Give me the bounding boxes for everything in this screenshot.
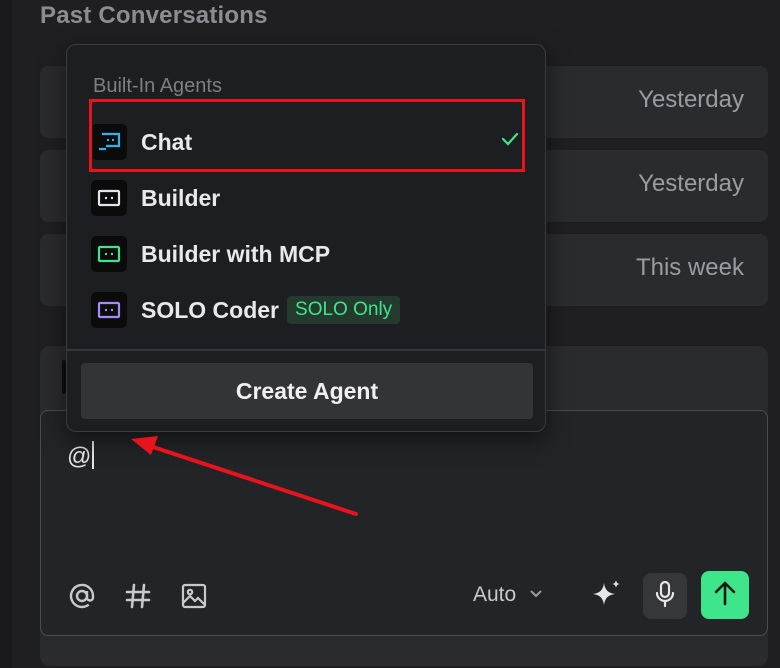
model-select[interactable]: Auto: [473, 583, 544, 607]
built-in-agents-heading: Built-In Agents: [93, 75, 222, 97]
builder-agent-icon: [91, 180, 127, 216]
agent-option-solo-coder[interactable]: SOLO Coder SOLO Only: [91, 290, 521, 330]
hashtag-icon[interactable]: [123, 581, 153, 611]
sparkle-icon[interactable]: [589, 577, 625, 613]
solo-only-badge: SOLO Only: [287, 296, 401, 324]
send-button[interactable]: [701, 571, 749, 619]
solo-coder-agent-icon: [91, 292, 127, 328]
agent-option-builder-with-mcp[interactable]: Builder with MCP: [91, 234, 521, 274]
arrow-up-icon: [712, 579, 738, 612]
microphone-icon: [653, 580, 677, 613]
annotation-highlight-box: [89, 99, 525, 172]
create-agent-button[interactable]: Create Agent: [81, 363, 533, 419]
message-input-value: @: [67, 443, 92, 470]
chat-composer[interactable]: @ Auto: [40, 410, 768, 636]
agent-option-label: Builder with MCP: [141, 240, 331, 267]
conversation-time: Yesterday: [638, 170, 744, 197]
image-icon[interactable]: [179, 581, 209, 611]
past-conversations-title: Past Conversations: [40, 2, 268, 29]
conversation-time: Yesterday: [638, 86, 744, 113]
model-select-value: Auto: [473, 583, 517, 606]
chevron-down-icon: [528, 583, 544, 607]
agent-option-label: SOLO Coder: [141, 296, 280, 323]
builder-mcp-agent-icon: [91, 236, 127, 272]
message-input[interactable]: @: [67, 441, 95, 471]
text-caret: [92, 441, 95, 469]
conversation-time: This week: [635, 254, 744, 281]
dropdown-divider: [67, 349, 545, 351]
left-panel-edge: [0, 0, 12, 668]
at-mention-icon[interactable]: [67, 581, 97, 611]
agent-option-label: Builder: [141, 184, 221, 211]
microphone-button[interactable]: [643, 573, 687, 619]
agent-option-builder[interactable]: Builder: [91, 178, 521, 218]
